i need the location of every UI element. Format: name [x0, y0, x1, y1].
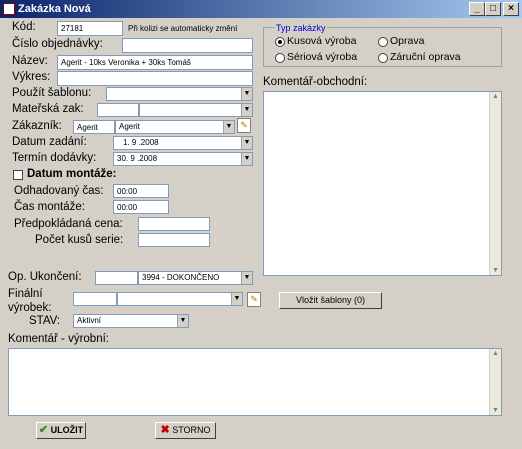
dropdown-arrow-icon[interactable]: ▼ — [223, 121, 234, 133]
edit-pencil-icon[interactable]: ✎ — [247, 292, 261, 307]
cancel-x-icon: ✖ — [160, 424, 170, 436]
cas-montaze-input[interactable]: 00:00 — [113, 200, 169, 214]
scroll-down-icon[interactable]: ▼ — [492, 267, 499, 274]
storno-button[interactable]: ✖ STORNO — [155, 422, 216, 439]
scrollbar[interactable]: ▲ ▼ — [489, 349, 501, 415]
datum-montaze-label: Datum montáže: — [27, 168, 117, 180]
cas-montaze-label: Čas montáže: — [14, 201, 85, 213]
vykres-label: Výkres: — [12, 71, 51, 83]
scroll-down-icon[interactable]: ▼ — [492, 407, 499, 414]
cislo-objednavky-label: Číslo objednávky: — [12, 38, 103, 50]
op-ukonceni-select[interactable]: 3994 - DOKONČENO ▼ — [138, 271, 253, 285]
radio-kusova-vyroba-label: Kusová výroba — [287, 35, 357, 47]
op-ukonceni-value: 3994 - DOKONČENO — [142, 273, 220, 282]
scroll-up-icon[interactable]: ▲ — [492, 93, 499, 100]
predpokladana-cena-label: Předpokládaná cena: — [14, 218, 123, 230]
window-title: Zakázka Nová — [18, 3, 91, 15]
maximize-button[interactable]: □ — [485, 2, 501, 16]
ulozit-button[interactable]: ✔ ULOŽIT — [36, 422, 86, 439]
komentar-obchodni-textarea[interactable]: ▲ ▼ — [263, 91, 502, 276]
odhadovany-cas-input[interactable]: 00:00 — [113, 184, 169, 198]
dropdown-arrow-icon[interactable]: ▼ — [177, 315, 188, 327]
app-icon — [3, 3, 15, 15]
finalni-vyrobek-code-input[interactable] — [73, 292, 117, 306]
stav-value: Aktivní — [77, 316, 102, 325]
kod-input[interactable]: 27181 — [57, 21, 123, 36]
zakaznik-select[interactable]: Agerit ▼ — [115, 120, 235, 134]
pouzit-sablonu-select[interactable]: ▼ — [106, 87, 253, 101]
komentar-obchodni-label: Komentář-obchodní: — [263, 76, 368, 88]
pocet-kusu-label: Počet kusů serie: — [35, 234, 124, 246]
dropdown-arrow-icon[interactable]: ▼ — [241, 272, 252, 284]
title-bar: Zakázka Nová _ □ × — [0, 0, 522, 18]
nazev-label: Název: — [12, 55, 48, 67]
termin-dodavky-value: 30. 9 .2008 — [117, 154, 158, 163]
op-ukonceni-code-input[interactable] — [95, 271, 138, 285]
termin-dodavky-picker[interactable]: 30. 9 .2008 ▼ — [113, 152, 253, 166]
dropdown-arrow-icon[interactable]: ▼ — [241, 104, 252, 116]
materska-zak-code-input[interactable] — [97, 103, 139, 117]
zakaznik-label: Zákazník: — [12, 120, 62, 132]
scrollbar[interactable]: ▲ ▼ — [489, 92, 501, 275]
radio-kusova-vyroba[interactable] — [275, 37, 285, 47]
scroll-up-icon[interactable]: ▲ — [492, 350, 499, 357]
komentar-vyrobni-textarea[interactable]: ▲ ▼ — [8, 348, 502, 416]
radio-seriova-vyroba-label: Sériová výroba — [287, 51, 358, 63]
datum-zadani-value: 1. 9 .2008 — [123, 138, 159, 147]
minimize-button[interactable]: _ — [469, 2, 485, 16]
vlozit-sablony-button[interactable]: Vložit šablony (0) — [279, 292, 382, 309]
stav-label: STAV: — [29, 315, 61, 327]
datum-zadani-picker[interactable]: 1. 9 .2008 ▼ — [113, 136, 253, 150]
zakaznik-code-input[interactable]: Agerit — [73, 120, 115, 134]
pouzit-sablonu-label: Použít šablonu: — [12, 87, 92, 99]
materska-zak-select[interactable]: ▼ — [139, 103, 253, 117]
nazev-input[interactable]: Agerit - 10ks Veronika + 30ks Tomáš — [57, 55, 253, 70]
radio-seriova-vyroba[interactable] — [275, 53, 285, 63]
cislo-objednavky-input[interactable] — [122, 38, 253, 53]
radio-oprava[interactable] — [378, 37, 388, 47]
edit-pencil-icon[interactable]: ✎ — [237, 118, 251, 133]
finalni-vyrobek-label-1: Finální — [8, 288, 43, 300]
zakaznik-value: Agerit — [119, 122, 140, 131]
typ-zakazky-legend: Typ zakázky — [275, 23, 327, 33]
ulozit-label: ULOŽIT — [50, 425, 84, 435]
kod-note: Při kolizi se automaticky změní — [128, 24, 238, 33]
storno-label: STORNO — [172, 425, 211, 435]
komentar-vyrobni-label: Komentář - výrobní: — [8, 333, 109, 345]
kod-label: Kód: — [12, 21, 36, 33]
radio-oprava-label: Oprava — [390, 35, 425, 47]
close-button[interactable]: × — [503, 2, 519, 16]
vykres-input[interactable] — [57, 71, 253, 86]
odhadovany-cas-label: Odhadovaný čas: — [14, 185, 104, 197]
pocet-kusu-input[interactable] — [138, 233, 210, 247]
datum-zadani-label: Datum zadání: — [12, 136, 87, 148]
dropdown-arrow-icon[interactable]: ▼ — [241, 153, 252, 165]
stav-select[interactable]: Aktivní ▼ — [73, 314, 189, 328]
materska-zak-label: Mateřská zak: — [12, 103, 84, 115]
finalni-vyrobek-label-2: výrobek: — [8, 302, 52, 314]
checkmark-icon: ✔ — [38, 424, 49, 436]
dropdown-arrow-icon[interactable]: ▼ — [241, 88, 252, 100]
datum-montaze-checkbox[interactable] — [13, 170, 23, 180]
radio-zarucni-oprava[interactable] — [378, 53, 388, 63]
op-ukonceni-label: Op. Ukončení: — [8, 271, 82, 283]
finalni-vyrobek-select[interactable]: ▼ — [117, 292, 243, 306]
predpokladana-cena-input[interactable] — [138, 217, 210, 231]
termin-dodavky-label: Termín dodávky: — [12, 152, 97, 164]
radio-zarucni-oprava-label: Záruční oprava — [390, 51, 461, 63]
dropdown-arrow-icon[interactable]: ▼ — [241, 137, 252, 149]
dropdown-arrow-icon[interactable]: ▼ — [231, 293, 242, 305]
